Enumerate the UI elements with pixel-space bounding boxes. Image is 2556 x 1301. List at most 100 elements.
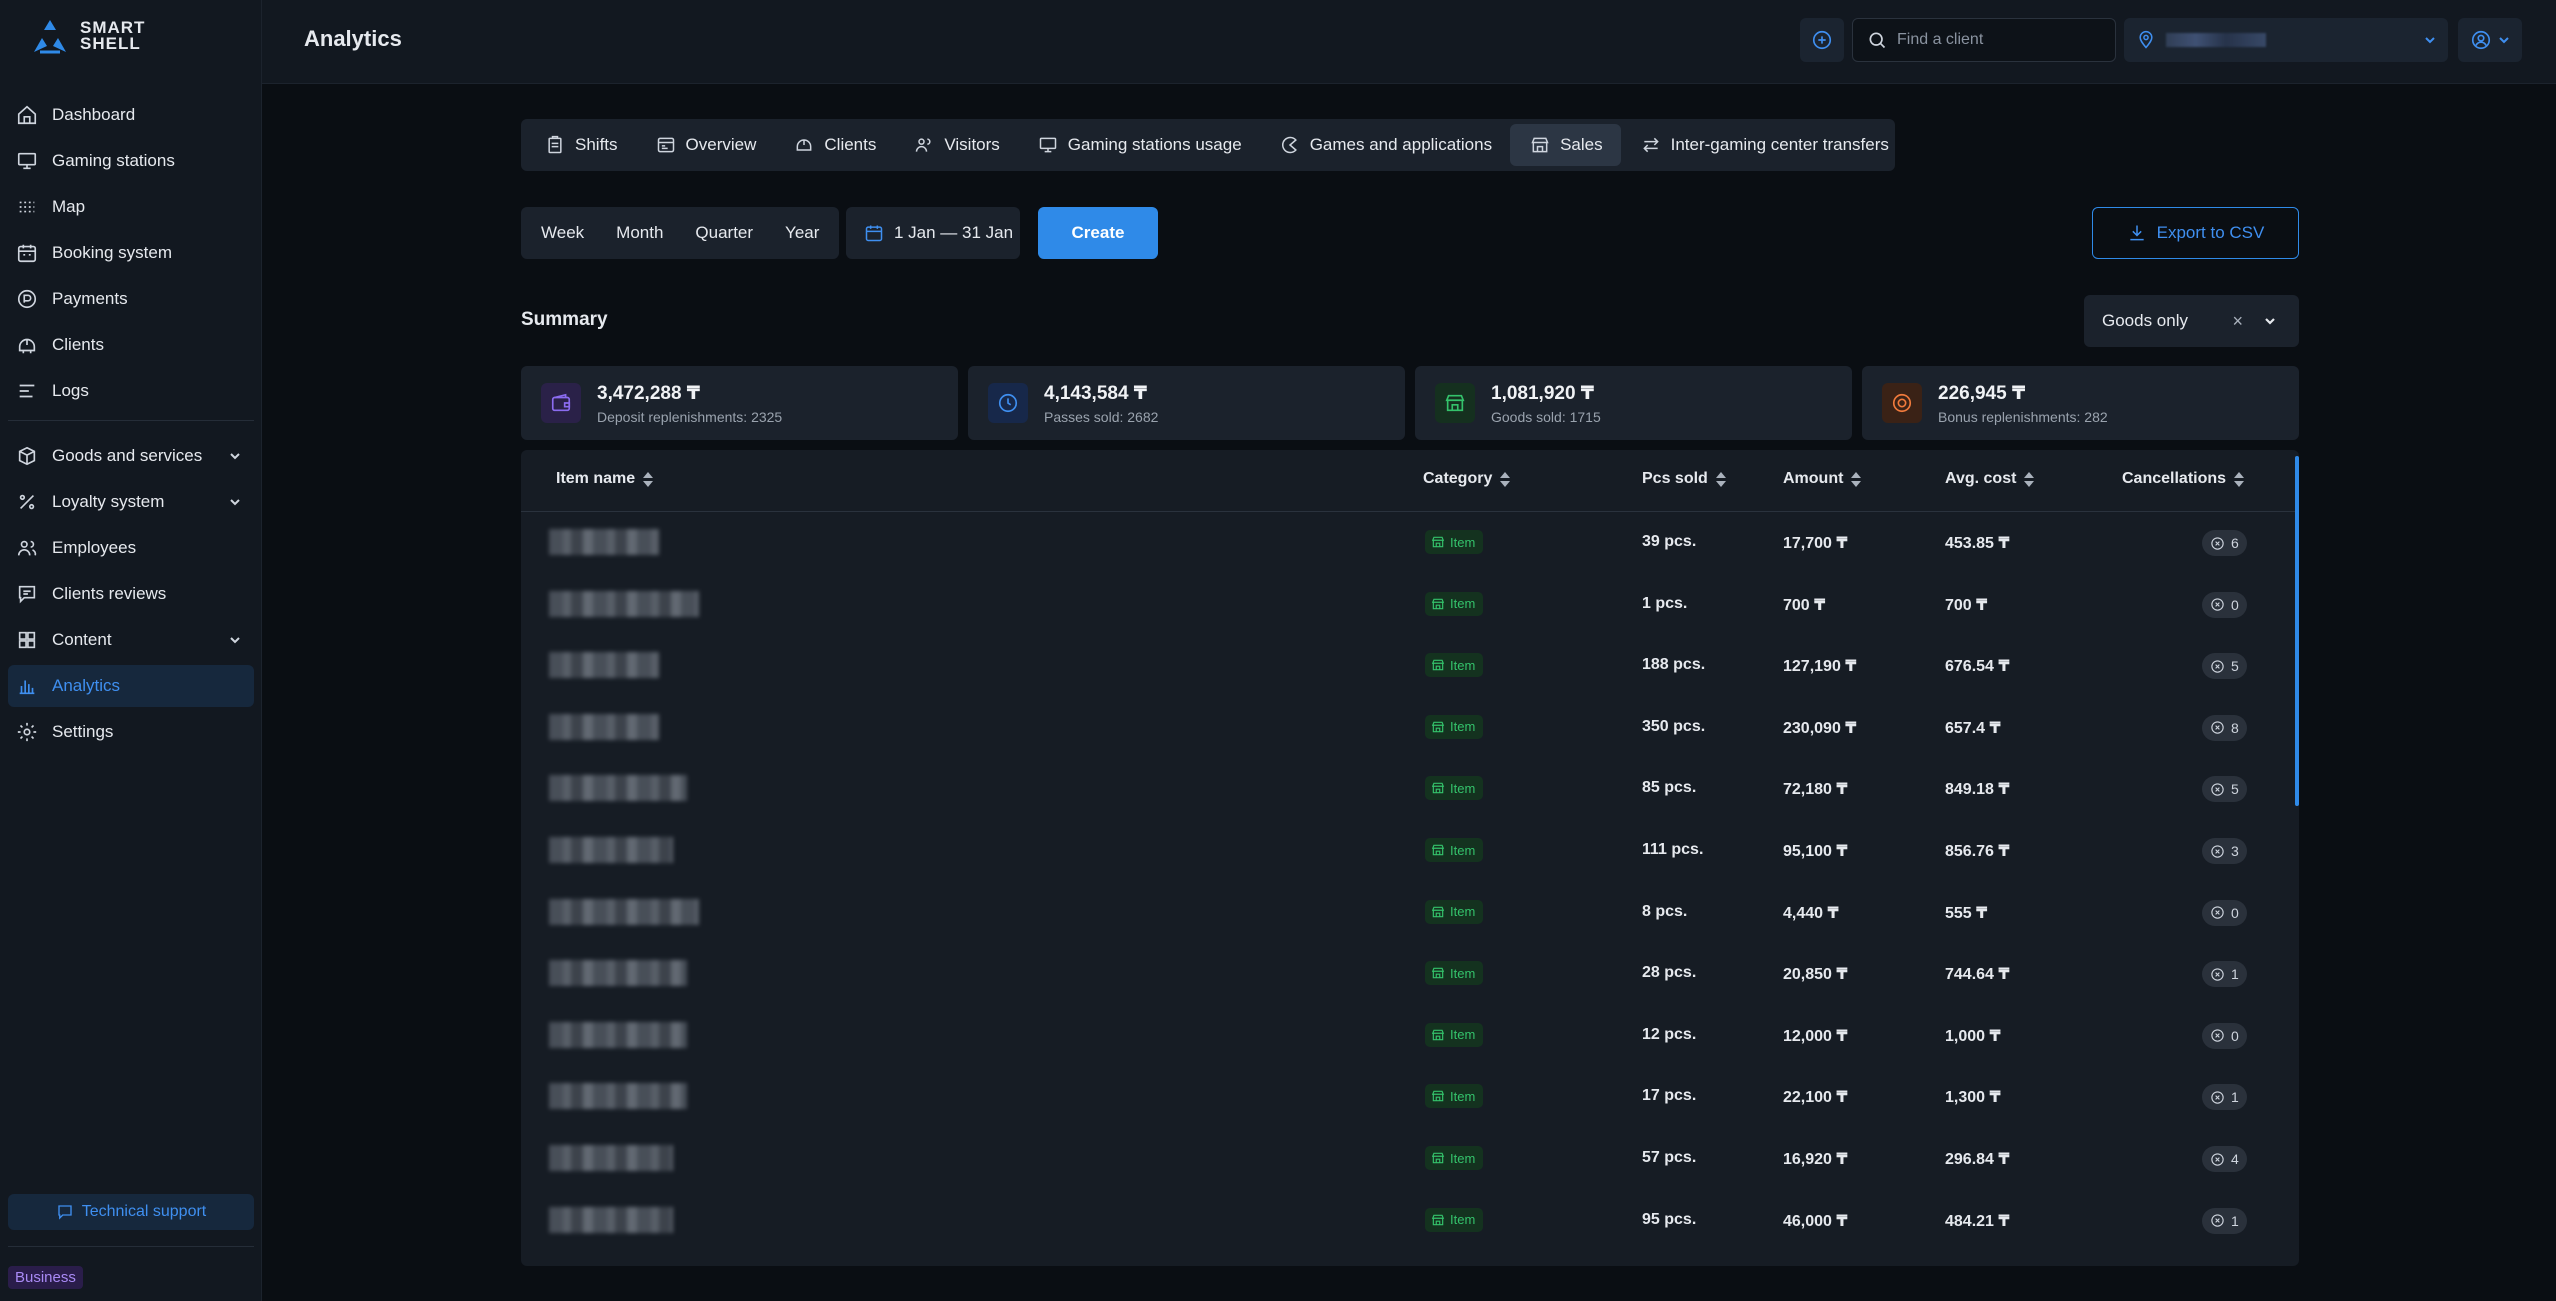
sidebar-item-clients-reviews[interactable]: Clients reviews [8,573,254,615]
sort-icon[interactable] [2234,471,2245,487]
category-badge: Item [1425,591,1484,616]
sidebar-item-label: Employees [52,538,137,557]
sidebar-item-logs[interactable]: Logs [8,370,254,412]
period-year[interactable]: Year [769,212,835,254]
cancel-circle-icon [2211,1152,2224,1166]
tab-clients[interactable]: Clients [774,124,894,166]
column-item-name[interactable]: Item name [556,470,654,488]
stat-value: 3,472,288 ₸ [597,382,701,404]
sidebar-item-map[interactable]: Map [8,186,254,228]
table-row[interactable]: Item 8 pcs. 4,440 ₸ 555 ₸ 0 [521,882,2299,944]
column-category[interactable]: Category [1423,470,1511,488]
tab-games-and-applications[interactable]: Games and applications [1260,124,1510,166]
sort-icon[interactable] [1715,471,1726,487]
tab-visitors[interactable]: Visitors [894,124,1017,166]
box-icon [18,446,36,466]
add-button[interactable] [1800,18,1844,62]
overview-icon [657,137,674,153]
column-amount[interactable]: Amount [1783,470,1862,488]
goods-filter-select[interactable]: Goods only × [2084,295,2299,347]
amount-cell: 95,100 ₸ [1783,843,1848,860]
table-row[interactable]: Item 57 pcs. 16,920 ₸ 296.84 ₸ 4 [521,1128,2299,1190]
period-month[interactable]: Month [600,212,679,254]
table-row[interactable]: Item 17 pcs. 22,100 ₸ 1,300 ₸ 1 [521,1066,2299,1128]
tab-inter-gaming-center-transfers[interactable]: Inter-gaming center transfers [1621,124,1907,166]
club-name-redacted [2166,33,2266,47]
column-label: Amount [1783,470,1844,487]
client-search[interactable] [1852,18,2116,62]
sidebar: SMART SHELL Dashboard Gaming stations Ma… [0,0,262,1301]
table-row[interactable]: Item 1 pcs. 700 ₸ 700 ₸ 0 [521,574,2299,636]
column-avg-cost[interactable]: Avg. cost [1945,470,2035,488]
user-menu-button[interactable] [2458,18,2522,62]
amount-cell: 700 ₸ [1783,596,1826,614]
sidebar-item-employees[interactable]: Employees [8,527,254,569]
club-select[interactable] [2124,18,2448,62]
sidebar-item-goods-and-services[interactable]: Goods and services [8,435,254,477]
table-row[interactable]: Item 188 pcs. 127,190 ₸ 676.54 ₸ 5 [521,635,2299,697]
table-row[interactable]: Item 350 pcs. 230,090 ₸ 657.4 ₸ 8 [521,697,2299,759]
cancellations-count: 4 [2231,1151,2239,1167]
sort-icon[interactable] [1500,471,1511,487]
pcs-sold-cell: 85 pcs. [1642,779,1697,797]
table-row[interactable]: Item 111 pcs. 95,100 ₸ 856.76 ₸ 3 [521,820,2299,882]
sidebar-item-label: Analytics [52,676,121,695]
cancel-circle-icon [2211,598,2224,611]
cancellations-count: 5 [2231,781,2239,798]
store-icon [1431,721,1445,733]
sidebar-item-clients[interactable]: Clients [8,324,254,366]
item-name-redacted [549,1206,673,1233]
period-quarter[interactable]: Quarter [679,212,769,254]
clipboard-icon [548,135,562,154]
category-badge: Item [1425,776,1484,801]
table-row[interactable]: Item 28 pcs. 20,850 ₸ 744.64 ₸ 1 [521,943,2299,1005]
category-label: Item [1450,965,1476,981]
search-input[interactable] [1897,31,2097,49]
sidebar-item-label: Booking system [52,243,172,262]
sort-icon[interactable] [2024,471,2035,487]
sidebar-item-payments[interactable]: Payments [8,278,254,320]
sidebar-item-content[interactable]: Content [8,619,254,661]
sidebar-item-gaming-stations[interactable]: Gaming stations [8,140,254,182]
sidebar-nav: Dashboard Gaming stations Map Booking sy… [8,94,254,757]
logo[interactable]: SMART SHELL [30,18,145,54]
stat-label: Bonus replenishments: 282 [1938,408,2108,425]
technical-support-button[interactable]: Technical support [8,1194,254,1230]
sidebar-item-booking-system[interactable]: Booking system [8,232,254,274]
tab-label: Games and applications [1309,135,1493,154]
sidebar-item-loyalty-system[interactable]: Loyalty system [8,481,254,523]
brand-name: SMART SHELL [80,19,145,52]
tab-sales[interactable]: Sales [1510,124,1621,166]
table-row[interactable]: Item 39 pcs. 17,700 ₸ 453.85 ₸ 6 [521,512,2299,574]
table-row[interactable]: Item 95 pcs. 46,000 ₸ 484.21 ₸ 1 [521,1190,2299,1252]
tab-overview[interactable]: Overview [636,124,775,166]
cancel-circle-icon [2211,1214,2224,1227]
sidebar-item-settings[interactable]: Settings [8,711,254,753]
sort-icon[interactable] [1851,471,1862,487]
sidebar-item-dashboard[interactable]: Dashboard [8,94,254,136]
stat-deposit-replenishments: 3,472,288 ₸ Deposit replenishments: 2325 [521,366,958,440]
users-icon [17,540,37,556]
column-cancellations[interactable]: Cancellations [2122,470,2245,488]
avg-cost-cell: 296.84 ₸ [1945,1151,2010,1168]
tab-gaming-stations-usage[interactable]: Gaming stations usage [1018,124,1260,166]
scrollbar[interactable] [2295,456,2299,806]
sidebar-item-label: Payments [52,289,128,308]
category-badge: Item [1425,838,1484,862]
period-week[interactable]: Week [525,212,600,254]
sidebar-item-analytics[interactable]: Analytics [8,665,254,707]
sort-icon[interactable] [643,471,654,487]
period-selector: Week Month Quarter Year [521,207,840,259]
column-pcs-sold[interactable]: Pcs sold [1642,470,1726,488]
summary-title: Summary [521,309,608,330]
create-button[interactable]: Create [1038,207,1158,259]
export-csv-button[interactable]: Export to CSV [2092,207,2299,259]
table-row[interactable]: Item 12 pcs. 12,000 ₸ 1,000 ₸ 0 [521,1005,2299,1067]
clear-filter-icon[interactable]: × [2232,311,2243,332]
tab-shifts[interactable]: Shifts [525,124,636,166]
amount-cell: 16,920 ₸ [1783,1151,1848,1168]
store-icon [1431,844,1445,856]
table-row[interactable]: Item 85 pcs. 72,180 ₸ 849.18 ₸ 5 [521,758,2299,820]
category-label: Item [1450,1027,1476,1043]
date-range-picker[interactable]: 1 Jan — 31 Jan [846,207,1020,259]
